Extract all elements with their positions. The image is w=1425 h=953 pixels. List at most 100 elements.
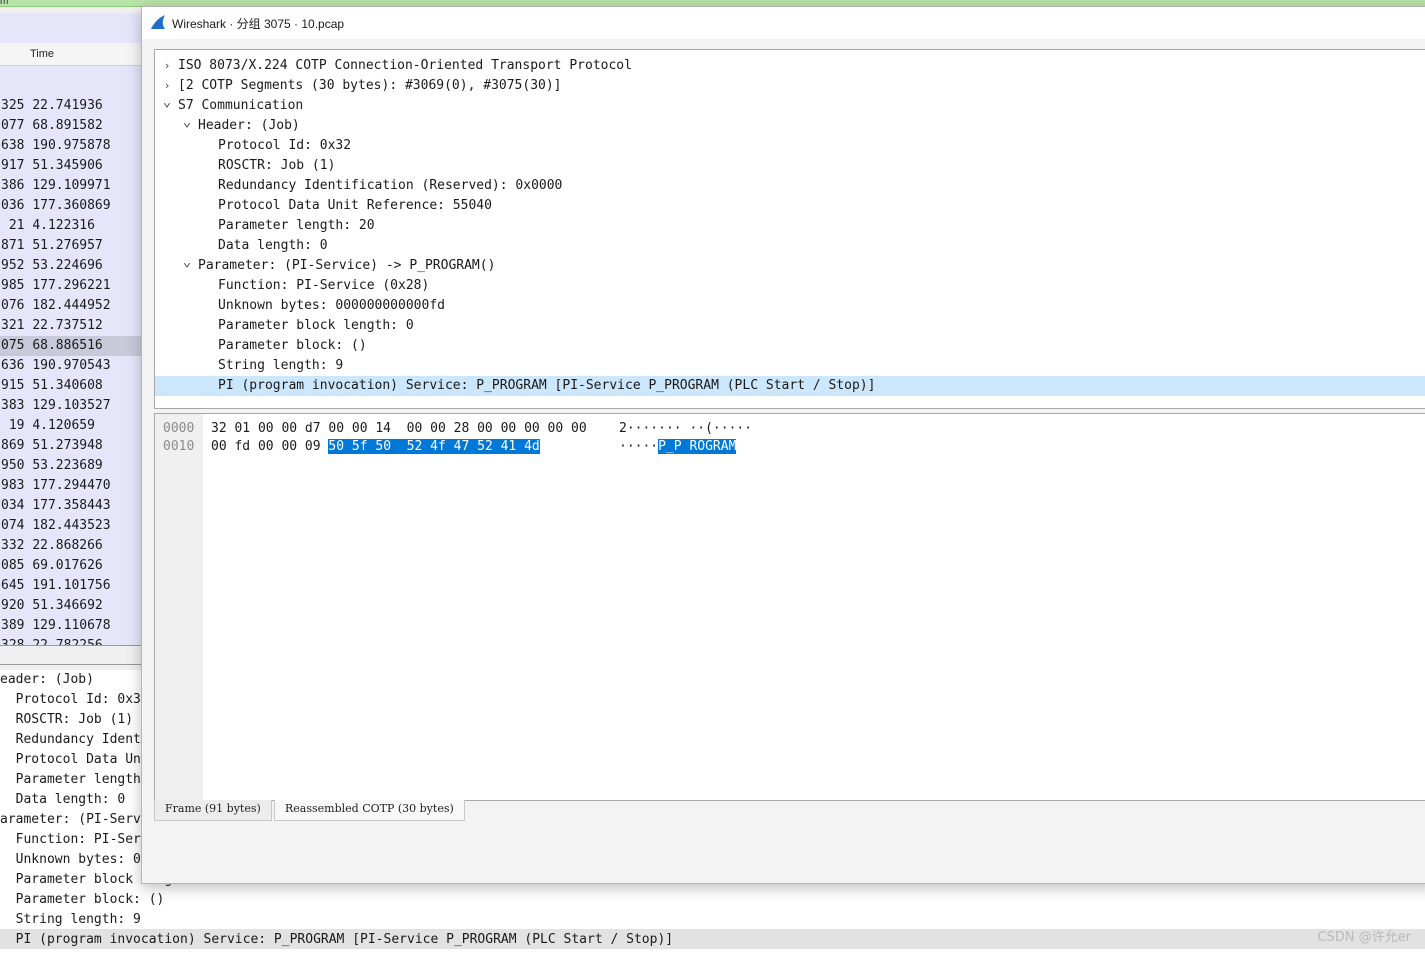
packet-list-row[interactable]: 075 68.886516	[0, 336, 141, 356]
hex-offset: 0000	[163, 421, 195, 436]
packet-number: 075	[1, 338, 25, 353]
tree-row[interactable]: Data length: 0	[155, 236, 1425, 256]
packet-list-row[interactable]: 325 22.741936	[0, 96, 141, 116]
packet-list-row[interactable]: 869 51.273948	[0, 436, 141, 456]
packet-list-row[interactable]: 076 182.444952	[0, 296, 141, 316]
packet-time: 182.444952	[32, 298, 111, 313]
detail-row[interactable]: PI (program invocation) Service: P_PROGR…	[0, 930, 673, 950]
time-column-header[interactable]: Time	[30, 48, 54, 60]
packet-list-row[interactable]: 920 51.346692	[0, 596, 141, 616]
tree-row[interactable]: ⌄ Header: (Job)	[155, 114, 1425, 136]
packet-list-row[interactable]: 21 4.122316	[0, 216, 141, 236]
detail-row[interactable]: Data length: 0	[0, 790, 126, 810]
packet-list-row[interactable]: 915 51.340608	[0, 376, 141, 396]
tree-row[interactable]: Parameter length: 20	[155, 216, 1425, 236]
packet-number: 036	[1, 198, 25, 213]
tree-row[interactable]: ⌄ S7 Communication	[155, 94, 1425, 116]
packet-time: 177.294470	[32, 478, 111, 493]
packet-list-row[interactable]: 332 22.868266	[0, 536, 141, 556]
tree-row[interactable]: ⌄ Parameter: (PI-Service) -> P_PROGRAM()	[155, 254, 1425, 276]
hex-bytes-plain: 32 01 00 00 d7 00 00 14 00 00 28 00 00 0…	[211, 421, 587, 436]
tree-row[interactable]: Parameter block length: 0	[155, 316, 1425, 336]
packet-list-row[interactable]: 074 182.443523	[0, 516, 141, 536]
packet-list-row[interactable]: 638 190.975878	[0, 136, 141, 156]
packet-list-row[interactable]: 985 177.296221	[0, 276, 141, 296]
tab-reassembled-cotp[interactable]: Reassembled COTP (30 bytes)	[274, 800, 465, 821]
detail-row[interactable]: Protocol Data Un	[0, 750, 141, 770]
detail-row[interactable]: eader: (Job)	[0, 670, 94, 690]
packet-list-row[interactable]: 645 191.101756	[0, 576, 141, 596]
packet-list-row[interactable]: 034 177.358443	[0, 496, 141, 516]
detail-row[interactable]: Protocol Id: 0x3	[0, 690, 141, 710]
packet-list-row[interactable]: 383 129.103527	[0, 396, 141, 416]
tree-row[interactable]: Function: PI-Service (0x28)	[155, 276, 1425, 296]
tree-label: Parameter block: ()	[218, 338, 367, 353]
tree-row[interactable]: Redundancy Identification (Reserved): 0x…	[155, 176, 1425, 196]
detail-row[interactable]: Parameter block: ()	[0, 890, 165, 910]
packet-time: 51.273948	[32, 438, 103, 453]
chevron-down-icon[interactable]: ⌄	[181, 112, 193, 132]
packet-list-row[interactable]: 328 22.782256	[0, 636, 141, 645]
detail-row[interactable]: ROSCTR: Job (1)	[0, 710, 133, 730]
packet-list-row[interactable]: 036 177.360869	[0, 196, 141, 216]
hex-bytes-highlighted: 50 5f 50 52 4f 47 52 41 4d	[328, 439, 540, 454]
packet-time: 51.276957	[32, 238, 103, 253]
packet-number: 085	[1, 558, 25, 573]
tree-row[interactable]: Parameter block: ()	[155, 336, 1425, 356]
packet-tree-pane[interactable]: › ISO 8073/X.224 COTP Connection-Oriented…	[154, 49, 1425, 409]
detail-row[interactable]: Parameter length	[0, 770, 141, 790]
packet-list-row[interactable]: 952 53.224696	[0, 256, 141, 276]
hex-bytes[interactable]: 32 01 00 00 d7 00 00 14 00 00 28 00 00 0…	[211, 420, 587, 438]
packet-number: 386	[1, 178, 25, 193]
tree-row[interactable]: Protocol Id: 0x32	[155, 136, 1425, 156]
packet-number: 321	[1, 318, 25, 333]
packet-list-row[interactable]: 950 53.223689	[0, 456, 141, 476]
packet-list-row[interactable]: 19 4.120659	[0, 416, 141, 436]
detail-row[interactable]: Redundancy Ident	[0, 730, 141, 750]
packet-list-row[interactable]: 085 69.017626	[0, 556, 141, 576]
packet-list-row[interactable]: 871 51.276957	[0, 236, 141, 256]
packet-list-row[interactable]: 389 129.110678	[0, 616, 141, 636]
packet-list-row[interactable]: 983 177.294470	[0, 476, 141, 496]
packet-list-row[interactable]: 386 129.109971	[0, 176, 141, 196]
packet-list-row[interactable]: 917 51.345906	[0, 156, 141, 176]
tree-row[interactable]: Protocol Data Unit Reference: 55040	[155, 196, 1425, 216]
packet-list-header: Time	[0, 43, 141, 66]
wireshark-fin-icon	[151, 15, 165, 29]
tab-frame[interactable]: Frame (91 bytes)	[154, 800, 272, 821]
packet-dialog-window[interactable]: Wireshark · 分组 3075 · 10.pcap › ISO 8073/…	[141, 6, 1425, 884]
pane-splitter[interactable]	[0, 645, 141, 665]
background-packet-list[interactable]: Time 325 22.741936 077 68.891582 638 190.9…	[0, 13, 141, 645]
packet-time: 51.346692	[32, 598, 103, 613]
detail-row[interactable]: String length: 9	[0, 910, 141, 930]
packet-number: 983	[1, 478, 25, 493]
title-bar[interactable]: Wireshark · 分组 3075 · 10.pcap	[142, 7, 1425, 39]
chevron-right-icon[interactable]: ›	[161, 56, 173, 76]
hex-ascii[interactable]: ·····P_P ROGRAM	[619, 438, 737, 456]
tree-row[interactable]: Unknown bytes: 000000000000fd	[155, 296, 1425, 316]
packet-list-row[interactable]: 636 190.970543	[0, 356, 141, 376]
detail-row[interactable]: Function: PI-Ser	[0, 830, 141, 850]
hex-ascii[interactable]: 2······· ··(·····	[619, 420, 752, 438]
detail-row[interactable]: Unknown bytes: 0	[0, 850, 141, 870]
packet-list-row[interactable]: 077 68.891582	[0, 116, 141, 136]
tree-row[interactable]: › ISO 8073/X.224 COTP Connection-Oriented…	[155, 56, 1425, 76]
tree-row[interactable]: PI (program invocation) Service: P_PROGR…	[155, 376, 1425, 396]
packet-list-row[interactable]: 321 22.737512	[0, 316, 141, 336]
packet-number: 869	[1, 438, 25, 453]
tree-row[interactable]: ROSCTR: Job (1)	[155, 156, 1425, 176]
ascii-highlighted: P_P ROGRAM	[658, 439, 737, 454]
tree-label: [2 COTP Segments (30 bytes): #3069(0), #…	[178, 78, 562, 93]
hex-bytes[interactable]: 00 fd 00 00 09 50 5f 50 52 4f 47 52 41 4…	[211, 438, 540, 456]
detail-row[interactable]: arameter: (PI-Serv	[0, 810, 141, 830]
hex-bytes-pane[interactable]: 0000 32 01 00 00 d7 00 00 14 00 00 28 00 …	[154, 413, 1425, 801]
tree-row[interactable]: › [2 COTP Segments (30 bytes): #3069(0), …	[155, 76, 1425, 96]
packet-time: 68.891582	[32, 118, 103, 133]
tree-row[interactable]: String length: 9	[155, 356, 1425, 376]
chevron-down-icon[interactable]: ⌄	[161, 92, 173, 112]
chevron-down-icon[interactable]: ⌄	[181, 252, 193, 272]
packet-time: 4.120659	[32, 418, 95, 433]
packet-time: 22.741936	[32, 98, 103, 113]
packet-time: 129.110678	[32, 618, 111, 633]
packet-time: 190.970543	[32, 358, 111, 373]
